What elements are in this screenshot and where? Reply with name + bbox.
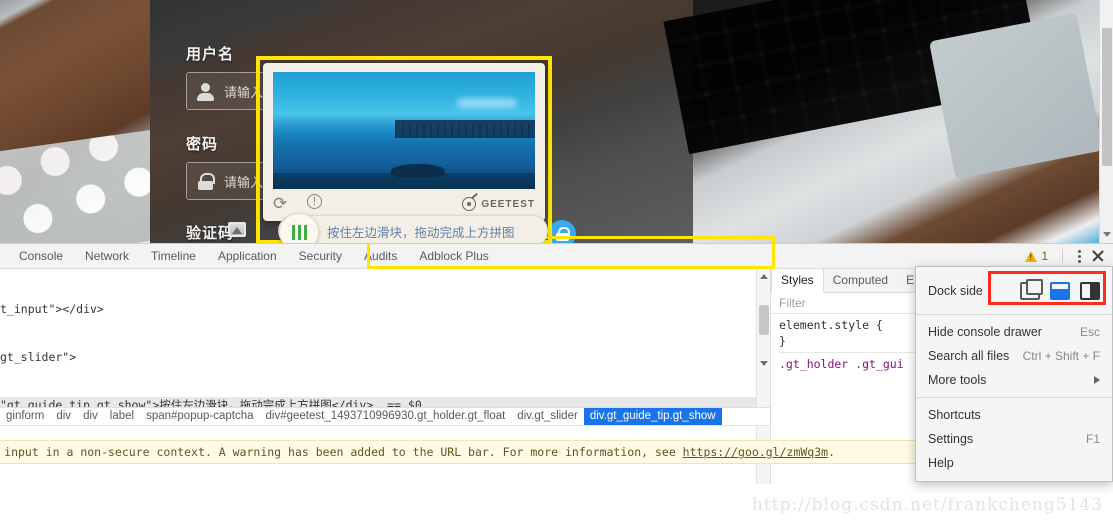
tab-computed[interactable]: Computed bbox=[824, 269, 897, 292]
dock-to-bottom-icon[interactable] bbox=[1050, 282, 1070, 300]
page-viewport: 用户名 请输入用户名 密码 请输入密码 验证码 bbox=[0, 0, 1113, 243]
menu-item-label: Search all files bbox=[928, 349, 1010, 363]
captcha-puzzle-image[interactable] bbox=[273, 72, 535, 189]
menu-item-shortcut: F1 bbox=[1085, 432, 1100, 446]
undock-into-separate-window-icon[interactable] bbox=[1020, 279, 1043, 300]
tab-styles[interactable]: Styles bbox=[771, 269, 824, 293]
menu-item-search-all-files[interactable]: Search all files Ctrl + Shift + F bbox=[916, 344, 1112, 368]
menu-separator bbox=[916, 314, 1112, 315]
rock-graphic bbox=[391, 164, 445, 178]
tab-audits[interactable]: Audits bbox=[353, 244, 408, 269]
dom-line[interactable]: t_input"></div> bbox=[0, 301, 770, 317]
captcha-slider-track[interactable]: 按住左边滑块，拖动完成上方拼图 bbox=[278, 213, 548, 243]
toolbar-divider bbox=[1062, 249, 1063, 263]
menu-separator bbox=[916, 397, 1112, 398]
menu-item-settings[interactable]: Settings F1 bbox=[916, 427, 1112, 451]
lock-icon bbox=[197, 172, 215, 190]
grip-bars-icon bbox=[291, 224, 307, 240]
password-label: 密码 bbox=[186, 135, 219, 153]
breadcrumb-item-active[interactable]: div.gt_guide_tip.gt_show bbox=[583, 408, 722, 425]
menu-item-shortcut: Ctrl + Shift + F bbox=[1022, 349, 1100, 363]
tab-application[interactable]: Application bbox=[207, 244, 288, 269]
styles-filter-placeholder: Filter bbox=[779, 296, 806, 310]
breadcrumb-item[interactable]: div bbox=[50, 408, 77, 425]
captcha-slider-tip: 按住左边滑块，拖动完成上方拼图 bbox=[327, 224, 515, 240]
breadcrumb-item[interactable]: label bbox=[104, 408, 140, 425]
captcha-image-icon[interactable] bbox=[228, 222, 246, 237]
menu-item-help[interactable]: Help bbox=[916, 451, 1112, 475]
warning-count: 1 bbox=[1041, 249, 1048, 263]
user-icon bbox=[197, 82, 214, 101]
menu-item-more-tools[interactable]: More tools bbox=[916, 368, 1112, 392]
screenshot-root: 用户名 请输入用户名 密码 请输入密码 验证码 bbox=[0, 0, 1113, 526]
page-scrollbar-thumb[interactable] bbox=[1102, 28, 1112, 166]
menu-item-label: Shortcuts bbox=[928, 408, 981, 422]
refresh-icon[interactable]: ⟳ bbox=[273, 194, 293, 214]
devtools-toolbar-right: 1 bbox=[1025, 247, 1113, 265]
background-photo-right bbox=[663, 0, 1113, 243]
geetest-brand: GEETEST bbox=[462, 197, 535, 211]
page-scrollbar[interactable] bbox=[1099, 0, 1113, 243]
username-label: 用户名 bbox=[186, 45, 235, 63]
breadcrumb-item[interactable]: div bbox=[77, 408, 104, 425]
devtools-context-menu: Dock side Hide console drawer Esc Search… bbox=[915, 266, 1113, 482]
menu-item-label: More tools bbox=[928, 373, 987, 387]
scroll-down-arrow-icon[interactable] bbox=[760, 361, 768, 366]
warning-indicator[interactable]: 1 bbox=[1025, 249, 1054, 263]
console-warning-before-link: redit card input in a non-secure context… bbox=[0, 445, 683, 459]
dock-side-row: Dock side bbox=[916, 271, 1112, 309]
breadcrumb: ginform div div label span#popup-captcha… bbox=[0, 407, 770, 426]
breadcrumb-item[interactable]: div.gt_slider bbox=[511, 408, 584, 425]
geetest-captcha-panel: ⟳ ! GEETEST bbox=[263, 63, 545, 221]
info-icon[interactable]: ! bbox=[307, 194, 327, 214]
captcha-label: 验证码 bbox=[186, 224, 235, 242]
watermark: http://blog.csdn.net/frankcheng5143 bbox=[0, 484, 1113, 526]
dock-side-buttons bbox=[1020, 279, 1100, 300]
dom-line[interactable]: gt_slider"> bbox=[0, 349, 770, 365]
menu-item-hide-console-drawer[interactable]: Hide console drawer Esc bbox=[916, 320, 1112, 344]
submenu-arrow-icon bbox=[1094, 376, 1100, 384]
geetest-logo-icon bbox=[462, 197, 477, 211]
close-icon[interactable] bbox=[1089, 247, 1107, 265]
console-warning-text: redit card input in a non-secure context… bbox=[0, 445, 835, 459]
breadcrumb-item[interactable]: ginform bbox=[0, 408, 50, 425]
pier-pillars-graphic bbox=[395, 124, 535, 138]
menu-item-shortcut: Esc bbox=[1079, 325, 1100, 339]
console-warning-link[interactable]: https://goo.gl/zmWq3m bbox=[683, 445, 828, 459]
warning-triangle-icon bbox=[1025, 250, 1038, 262]
captcha-slider-knob[interactable] bbox=[279, 213, 319, 243]
tab-network[interactable]: Network bbox=[74, 244, 140, 269]
breadcrumb-item[interactable]: span#popup-captcha bbox=[140, 408, 259, 425]
geetest-brand-label: GEETEST bbox=[481, 198, 535, 210]
scroll-down-arrow-icon[interactable] bbox=[1103, 232, 1111, 237]
menu-item-label: Hide console drawer bbox=[928, 325, 1042, 339]
background-photo-left bbox=[0, 0, 160, 243]
secure-lock-badge bbox=[548, 220, 576, 243]
menu-item-label: Help bbox=[928, 456, 954, 470]
scroll-up-arrow-icon[interactable] bbox=[760, 274, 768, 279]
lock-icon bbox=[555, 227, 570, 241]
tab-timeline[interactable]: Timeline bbox=[140, 244, 207, 269]
dom-scrollbar-thumb[interactable] bbox=[759, 305, 769, 335]
captcha-toolbar: ⟳ ! GEETEST bbox=[273, 193, 535, 215]
menu-item-label: Settings bbox=[928, 432, 974, 446]
tab-adblock-plus[interactable]: Adblock Plus bbox=[408, 244, 499, 269]
console-warning-after-link: . bbox=[828, 445, 836, 459]
laptop-trackpad-graphic bbox=[929, 12, 1103, 180]
breadcrumb-item[interactable]: div#geetest_1493710996930.gt_holder.gt_f… bbox=[260, 408, 512, 425]
menu-item-shortcuts[interactable]: Shortcuts bbox=[916, 403, 1112, 427]
geetest-captcha-highlight: ⟳ ! GEETEST 按住左边滑块，拖动完成上方拼图 bbox=[256, 56, 552, 243]
tab-security[interactable]: Security bbox=[288, 244, 353, 269]
kebab-menu-icon[interactable] bbox=[1071, 248, 1087, 264]
dock-to-right-icon[interactable] bbox=[1080, 282, 1100, 300]
dock-side-label: Dock side bbox=[928, 284, 983, 298]
tab-console[interactable]: Console bbox=[8, 244, 74, 269]
cloud-graphic bbox=[457, 98, 517, 108]
